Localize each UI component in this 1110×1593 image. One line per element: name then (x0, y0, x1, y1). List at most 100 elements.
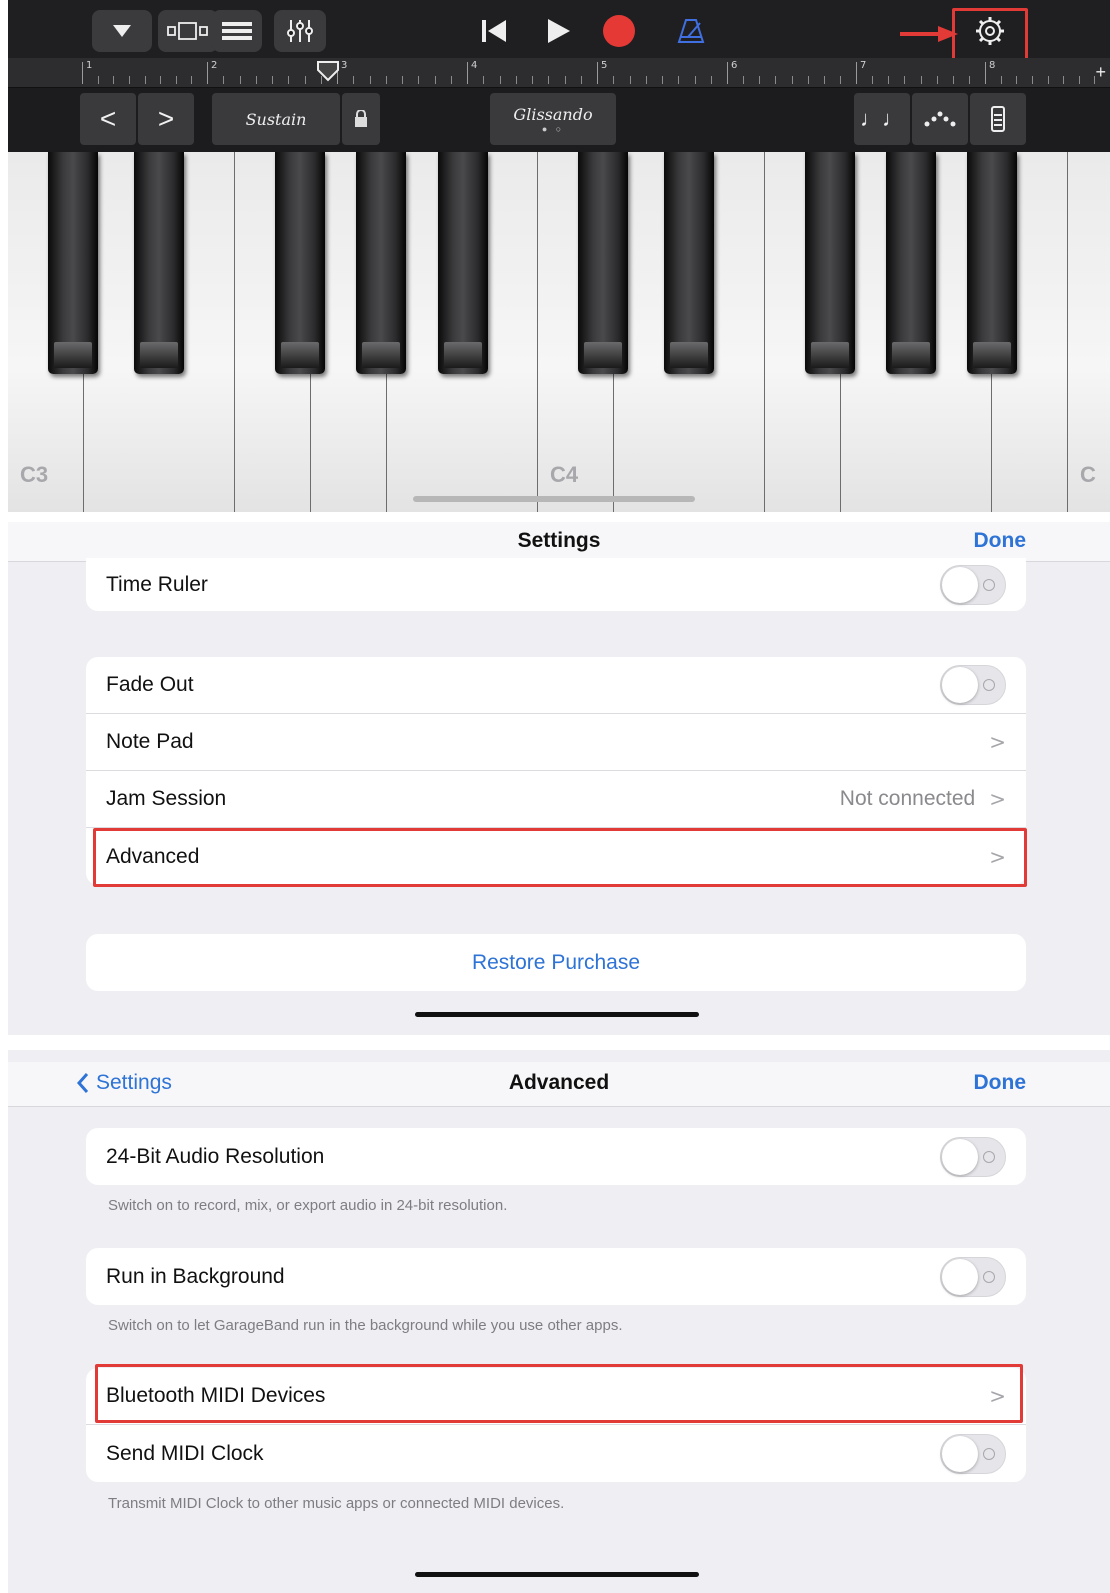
ruler-tick (1001, 76, 1002, 84)
view-toggle-button[interactable] (158, 10, 218, 52)
ruler-tick (1048, 76, 1049, 84)
octave-up-button[interactable]: > (138, 93, 194, 145)
arrow-indicator-icon (900, 26, 958, 42)
ruler-tick (1016, 76, 1017, 84)
lock-icon (355, 110, 367, 127)
black-key[interactable] (438, 152, 488, 374)
ruler-tick (191, 76, 192, 84)
row-label: Time Ruler (106, 572, 208, 596)
track-view-button[interactable] (212, 10, 262, 52)
mixer-button[interactable] (274, 10, 326, 52)
keyboard-scroll-indicator[interactable] (413, 496, 695, 502)
send-midi-clock-toggle[interactable] (940, 1433, 1006, 1474)
ruler-bar-1: 1 (86, 60, 93, 71)
record-button[interactable] (592, 10, 646, 52)
ruler-tick (1063, 76, 1064, 84)
ruler-tick (792, 76, 793, 84)
ruler-tick (613, 76, 614, 84)
ruler-bar-8: 8 (989, 60, 996, 71)
row-label: Jam Session (106, 787, 227, 810)
page-title: Settings (517, 529, 601, 552)
glissando-button[interactable]: Glissando ● ○ (490, 93, 616, 145)
black-key[interactable] (805, 152, 855, 374)
ruler-tick (1032, 76, 1033, 84)
white-key[interactable] (1068, 152, 1110, 512)
restore-purchase-label: Restore Purchase (471, 950, 641, 974)
ruler-tick (662, 76, 663, 84)
note-pad-row[interactable]: Note Pad > (86, 714, 1026, 771)
sustain-label: Sustain (245, 109, 307, 129)
ruler-tick (256, 76, 257, 84)
black-key[interactable] (664, 152, 714, 374)
run-background-toggle[interactable] (940, 1256, 1006, 1297)
black-key[interactable] (275, 152, 325, 374)
advanced-navbar: Settings Advanced Done (8, 1062, 1110, 1107)
chevron-right-icon: > (989, 730, 1006, 754)
black-key[interactable] (578, 152, 628, 374)
fade-out-toggle[interactable] (940, 665, 1006, 705)
play-button[interactable] (532, 10, 584, 52)
list-view-icon (222, 22, 252, 40)
ruler-tick (288, 76, 289, 84)
black-key[interactable] (134, 152, 184, 374)
keyboard-layout-button[interactable] (970, 93, 1026, 145)
playhead-icon[interactable] (316, 60, 340, 82)
ruler-bar-4: 4 (471, 60, 478, 71)
ruler-bar-6: 6 (731, 60, 738, 71)
ruler-tick (808, 76, 809, 84)
black-key[interactable] (967, 152, 1017, 374)
ruler-bar-3: 3 (341, 60, 348, 71)
ruler-tick (145, 76, 146, 84)
black-key[interactable] (48, 152, 98, 374)
home-indicator (415, 1572, 699, 1577)
jam-session-row[interactable]: Jam Session Not connected > (86, 771, 1026, 828)
sustain-button[interactable]: Sustain (212, 93, 340, 145)
run-background-footnote: Switch on to let GarageBand run in the b… (108, 1317, 623, 1334)
page-dots-icon: ● ○ (541, 123, 565, 134)
ruler-bar-5: 5 (601, 60, 608, 71)
audio-24bit-toggle[interactable] (940, 1136, 1006, 1177)
arpeggiator-button[interactable] (912, 93, 968, 145)
sustain-lock-button[interactable] (342, 93, 380, 145)
time-ruler-toggle[interactable] (940, 564, 1006, 605)
ruler-tick (646, 76, 647, 84)
done-button[interactable]: Done (974, 529, 1027, 553)
ruler-tick (98, 76, 99, 84)
skip-back-icon (482, 20, 506, 42)
keyboard-control-strip: < > Sustain Glissando ● ○ ♩♩ (8, 88, 1110, 152)
add-section-button[interactable]: + (1095, 62, 1106, 83)
row-label: Fade Out (106, 673, 194, 696)
bluetooth-midi-highlight-box (95, 1364, 1023, 1423)
restore-purchase-button[interactable]: Restore Purchase (86, 934, 1026, 991)
fade-out-row: Fade Out (86, 657, 1026, 714)
audio-24bit-footnote: Switch on to record, mix, or export audi… (108, 1197, 508, 1214)
ruler-tick (451, 76, 452, 84)
black-key[interactable] (356, 152, 406, 374)
ruler-tick (272, 76, 273, 84)
send-midi-clock-footnote: Transmit MIDI Clock to other music apps … (108, 1495, 565, 1512)
done-button[interactable]: Done (974, 1071, 1027, 1095)
ruler-tick (743, 76, 744, 84)
settings-navbar: Settings Done (8, 522, 1110, 562)
arpeggio-icon (924, 111, 956, 127)
notes-button[interactable]: ♩♩ (854, 93, 910, 145)
mixer-icon (287, 20, 313, 42)
key-label-c5: C (1080, 462, 1096, 487)
ruler-bar-2: 2 (211, 60, 218, 71)
record-icon (603, 15, 635, 47)
metronome-button[interactable] (668, 10, 714, 52)
notes-icon: ♩♩ (860, 106, 904, 131)
chevron-right-icon: > (989, 787, 1006, 811)
background-group: Run in Background (86, 1248, 1026, 1305)
ruler-tick (435, 76, 436, 84)
octave-down-button[interactable]: < (80, 93, 136, 145)
black-key[interactable] (886, 152, 936, 374)
send-midi-clock-row: Send MIDI Clock (86, 1425, 1026, 1482)
go-to-beginning-button[interactable] (466, 10, 522, 52)
ruler-tick (630, 76, 631, 84)
piano-keyboard[interactable]: C3 C4 C (8, 152, 1110, 512)
track-menu-button[interactable] (92, 10, 152, 52)
ruler-tick (223, 76, 224, 84)
time-ruler[interactable]: 1 2 3 4 5 6 7 8 + (8, 58, 1110, 88)
ruler-tick (840, 76, 841, 84)
